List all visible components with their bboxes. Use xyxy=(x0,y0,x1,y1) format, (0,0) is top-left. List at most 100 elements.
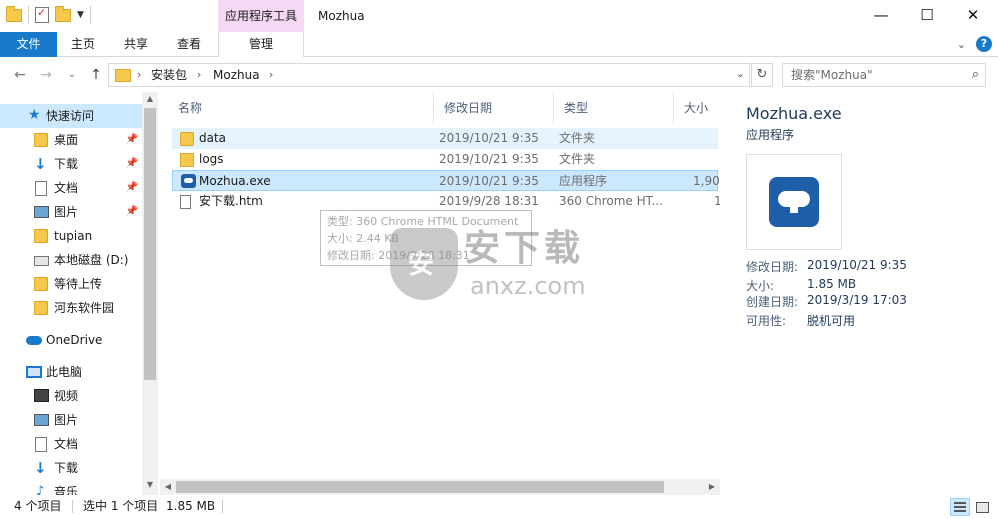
property-value: 1.85 MB xyxy=(807,277,857,291)
column-header-date[interactable]: 修改日期 xyxy=(434,92,554,124)
search-input[interactable] xyxy=(783,64,953,86)
file-name: 安下载.htm xyxy=(199,194,263,208)
nav-item-onedrive[interactable]: OneDrive xyxy=(0,328,142,352)
pin-icon[interactable]: 📌 xyxy=(126,152,138,176)
column-header-type[interactable]: 类型 xyxy=(554,92,674,124)
minimize-button[interactable]: — xyxy=(858,0,904,32)
column-header-size[interactable]: 大小 xyxy=(674,92,720,124)
horizontal-scrollbar[interactable]: ◀ ▶ xyxy=(160,479,720,495)
up-button[interactable]: ↑ xyxy=(86,64,106,86)
cloud-icon xyxy=(26,336,42,345)
watermark-logo: 安下载 anxz.com xyxy=(390,228,610,304)
nav-item-label: 视频 xyxy=(54,389,79,403)
divider xyxy=(72,500,73,513)
divider xyxy=(222,500,223,513)
nav-scrollbar[interactable]: ▲ ▼ xyxy=(142,92,158,495)
nav-item-music[interactable]: ♪ 音乐 xyxy=(0,480,142,496)
scroll-up-icon[interactable]: ▲ xyxy=(142,94,158,103)
customize-toolbar-icon[interactable]: ▼ xyxy=(77,10,84,20)
item-count: 4 个项目 xyxy=(14,499,62,513)
nav-item-documents[interactable]: 文档 📌 xyxy=(0,176,142,200)
maximize-button[interactable]: ☐ xyxy=(904,0,950,32)
new-folder-icon[interactable] xyxy=(55,5,71,22)
pin-icon[interactable]: 📌 xyxy=(126,200,138,224)
nav-item-label: 图片 xyxy=(54,413,79,427)
pin-icon[interactable]: 📌 xyxy=(126,176,138,200)
breadcrumb-separator[interactable]: › xyxy=(197,67,201,83)
address-bar[interactable]: › 安装包 › Mozhua › ⌄ xyxy=(108,63,750,87)
quick-access-toolbar: ▼ xyxy=(6,5,91,24)
tab-share[interactable]: 共享 xyxy=(109,32,163,57)
properties-icon[interactable] xyxy=(35,6,49,23)
file-date: 2019/10/21 9:35 xyxy=(439,131,539,145)
folder-icon xyxy=(180,153,194,167)
folder-icon xyxy=(34,301,48,315)
details-view-icon xyxy=(954,502,966,512)
breadcrumb-item[interactable]: 安装包 xyxy=(151,67,187,83)
help-icon[interactable]: ? xyxy=(976,36,992,52)
back-button[interactable]: ← xyxy=(10,64,30,86)
address-dropdown-icon[interactable]: ⌄ xyxy=(736,67,745,80)
scroll-left-icon[interactable]: ◀ xyxy=(160,479,176,495)
tab-manage[interactable]: 管理 xyxy=(218,32,304,57)
scrollbar-thumb[interactable] xyxy=(176,481,664,493)
scroll-down-icon[interactable]: ▼ xyxy=(142,480,158,489)
nav-item-downloads-pc[interactable]: ↓ 下载 xyxy=(0,456,142,480)
scroll-right-icon[interactable]: ▶ xyxy=(704,479,720,495)
file-date: 2019/10/21 9:35 xyxy=(439,174,539,188)
nav-item-downloads[interactable]: ↓ 下载 📌 xyxy=(0,152,142,176)
nav-item-drive-d[interactable]: 本地磁盘 (D:) xyxy=(0,248,142,272)
application-tools-tab[interactable]: 应用程序工具 xyxy=(218,0,304,32)
property-value: 2019/10/21 9:35 xyxy=(807,258,907,272)
computer-icon xyxy=(26,366,42,378)
breadcrumb-separator[interactable]: › xyxy=(137,67,141,83)
forward-button[interactable]: → xyxy=(36,64,56,86)
watermark-text: 安下载 xyxy=(464,228,585,269)
pin-icon[interactable]: 📌 xyxy=(126,128,138,152)
nav-item-label: 文档 xyxy=(54,437,79,451)
app-icon xyxy=(181,174,196,188)
table-row[interactable]: data 2019/10/21 9:35 文件夹 xyxy=(172,128,718,149)
nav-item-tupian[interactable]: tupian xyxy=(0,224,142,248)
details-file-name: Mozhua.exe xyxy=(746,104,842,123)
nav-item-desktop[interactable]: 桌面 📌 xyxy=(0,128,142,152)
nav-item-label: 等待上传 xyxy=(54,277,103,291)
file-size: 1,902 xyxy=(693,174,720,188)
table-row[interactable]: 安下载.htm 2019/9/28 18:31 360 Chrome HT...… xyxy=(172,191,720,212)
tab-file[interactable]: 文件 xyxy=(0,32,57,57)
shield-icon xyxy=(390,228,458,300)
recent-locations-button[interactable]: ⌄ xyxy=(62,64,82,86)
nav-item-videos[interactable]: 视频 xyxy=(0,384,142,408)
table-row[interactable]: Mozhua.exe 2019/10/21 9:35 应用程序 1,902 xyxy=(172,170,720,191)
details-view-button[interactable] xyxy=(950,498,970,516)
scrollbar-thumb[interactable] xyxy=(144,108,156,380)
property-label: 大小: xyxy=(746,279,775,293)
expand-ribbon-icon[interactable]: ⌄ xyxy=(957,38,966,51)
drive-icon xyxy=(34,256,49,266)
nav-item-quick-access[interactable]: ★ 快速访问 xyxy=(0,104,142,128)
tab-home[interactable]: 主页 xyxy=(57,32,109,57)
nav-item-hedong[interactable]: 河东软件园 xyxy=(0,296,142,320)
nav-item-this-pc[interactable]: 此电脑 xyxy=(0,360,142,384)
large-icons-view-button[interactable] xyxy=(972,498,992,516)
tab-view[interactable]: 查看 xyxy=(163,32,215,57)
close-button[interactable]: ✕ xyxy=(950,0,996,32)
breadcrumb-item[interactable]: Mozhua xyxy=(213,67,260,83)
nav-item-pictures[interactable]: 图片 📌 xyxy=(0,200,142,224)
property-label: 创建日期: xyxy=(746,295,799,309)
folder-icon xyxy=(180,132,194,146)
table-row[interactable]: logs 2019/10/21 9:35 文件夹 xyxy=(172,149,718,170)
nav-item-pictures-pc[interactable]: 图片 xyxy=(0,408,142,432)
file-date: 2019/10/21 9:35 xyxy=(439,152,539,166)
breadcrumb-separator[interactable]: › xyxy=(269,67,273,83)
property-value: 脱机可用 xyxy=(807,314,856,328)
search-box[interactable]: ⌕ xyxy=(782,63,986,87)
nav-item-pending-upload[interactable]: 等待上传 xyxy=(0,272,142,296)
nav-item-documents-pc[interactable]: 文档 xyxy=(0,432,142,456)
selection-size: 1.85 MB xyxy=(166,499,216,513)
folder-icon[interactable] xyxy=(6,5,22,22)
file-name: Mozhua.exe xyxy=(199,174,271,188)
refresh-button[interactable]: ↻ xyxy=(751,63,773,87)
search-icon[interactable]: ⌕ xyxy=(972,67,979,82)
details-pane: Mozhua.exe 应用程序 修改日期: 2019/10/21 9:35 大小… xyxy=(720,92,998,495)
